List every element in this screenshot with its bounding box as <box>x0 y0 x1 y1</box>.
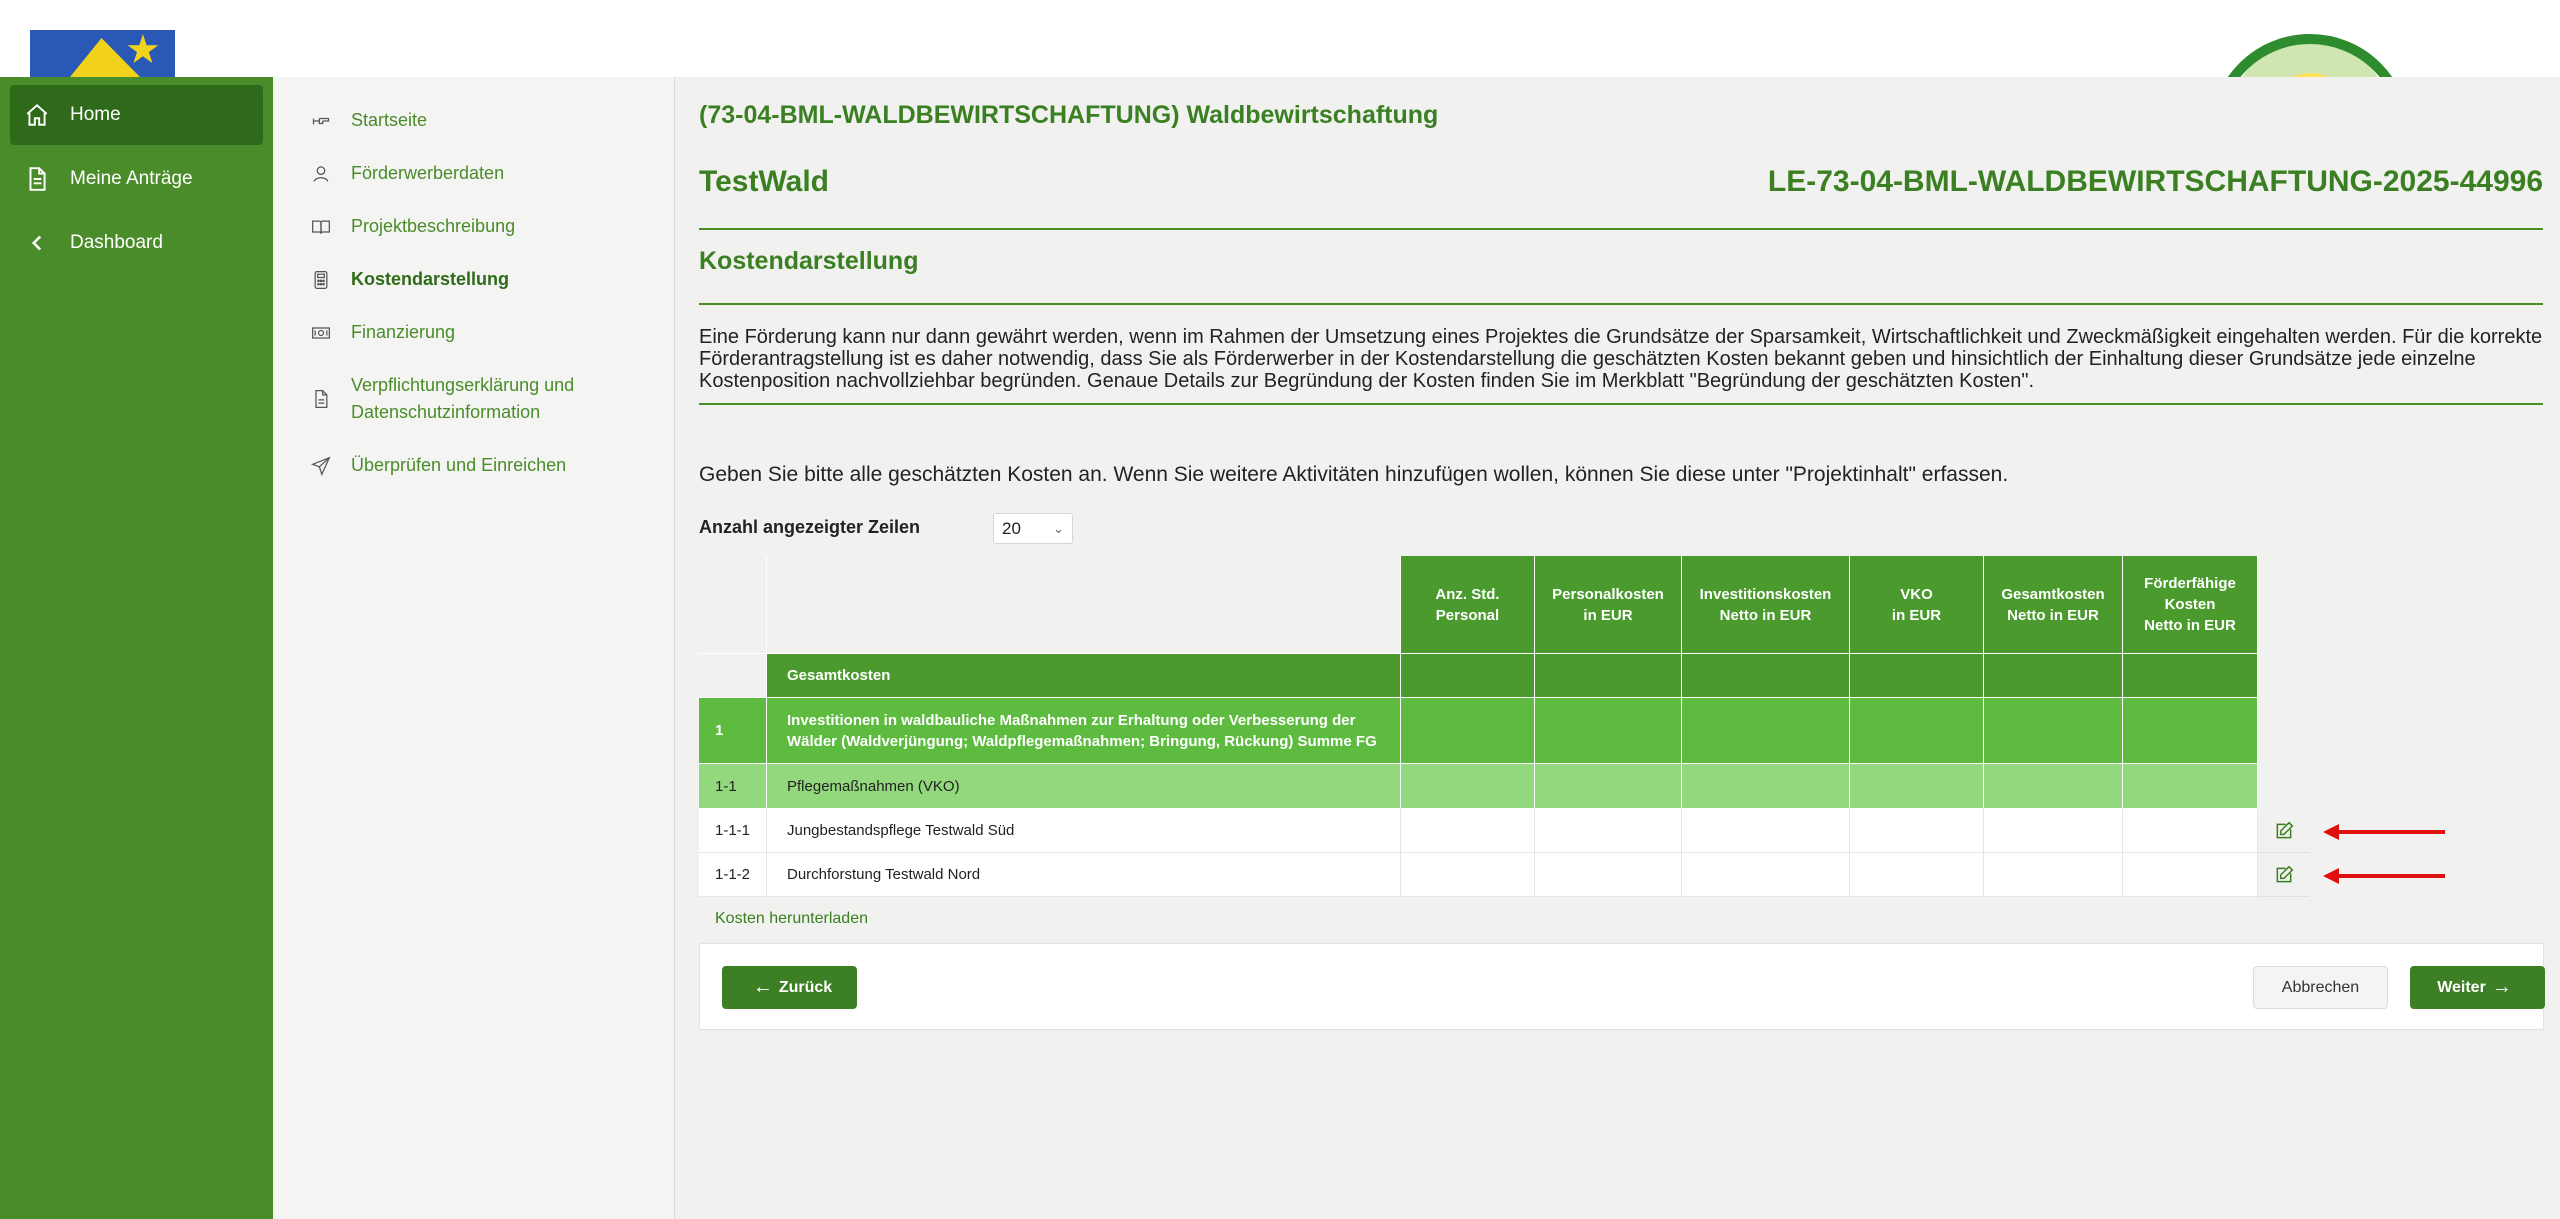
col-header-vko: VKO in EUR <box>1850 556 1984 654</box>
arrow-right-icon: → <box>2491 976 2512 998</box>
step-finanzierung-label: Finanzierung <box>351 322 456 342</box>
annotation-arrow-icon <box>2323 824 2445 840</box>
row-number: 1-1 <box>699 764 767 809</box>
project-title: (73-04-BML-WALDBEWIRTSCHAFTUNG) Waldbewi… <box>699 101 1439 129</box>
logo-right <box>2210 34 2410 77</box>
edit-icon <box>2276 821 2294 838</box>
step-foerderwerberdaten[interactable]: Förderwerberdaten <box>273 160 674 187</box>
nav-dashboard-label: Dashboard <box>70 232 163 253</box>
arrow-left-icon: ← <box>752 976 773 998</box>
gesamt-label: Gesamtkosten <box>767 654 1401 698</box>
step-projektbeschreibung[interactable]: Projektbeschreibung <box>273 213 674 240</box>
step-kostendarstellung-label: Kostendarstellung <box>351 269 510 289</box>
col-header-investitionskosten: Investitionskosten Netto in EUR <box>1682 556 1850 654</box>
step-finanzierung[interactable]: Finanzierung <box>273 319 674 346</box>
top-bar: ★ <box>0 0 2560 77</box>
step-startseite-label: Startseite <box>351 110 428 130</box>
action-bar: ← Zurück Abbrechen Weiter → <box>699 943 2545 1030</box>
annotation-arrow-icon <box>2323 868 2445 884</box>
step-ueberpruefen-label: Überprüfen und Einreichen <box>351 455 567 475</box>
chevron-left-icon <box>22 228 52 258</box>
file-icon <box>311 372 333 426</box>
divider <box>699 403 2543 405</box>
person-icon <box>311 160 333 187</box>
col-header-std: Anz. Std. Personal <box>1401 556 1535 654</box>
cancel-button[interactable]: Abbrechen <box>2253 966 2388 1009</box>
edit-button[interactable] <box>2258 809 2310 853</box>
step-startseite[interactable]: Startseite <box>273 107 674 134</box>
download-costs-link[interactable]: Kosten herunterladen <box>715 910 868 928</box>
nav-dashboard[interactable]: Dashboard <box>10 213 263 273</box>
table-row: 1 Investitionen in waldbauliche Maßnahme… <box>699 698 2310 764</box>
calculator-icon <box>311 266 333 293</box>
document-icon <box>22 164 52 194</box>
nav-home[interactable]: Home <box>10 85 263 145</box>
pointer-hand-icon <box>311 107 333 134</box>
edit-button[interactable] <box>2258 853 2310 897</box>
nav-meine-antraege-label: Meine Anträge <box>70 168 193 189</box>
step-verpflichtungserklaerung-label: Verpflichtungserklärung und Datenschutzi… <box>351 375 575 422</box>
cancel-button-label: Abbrechen <box>2281 978 2360 996</box>
main-navigation: Home Meine Anträge Dashboard <box>0 77 273 1219</box>
hint-text: Geben Sie bitte alle geschätzten Kosten … <box>699 463 2009 486</box>
nav-meine-antraege[interactable]: Meine Anträge <box>10 149 263 209</box>
row-number: 1 <box>699 698 767 764</box>
next-button[interactable]: Weiter → <box>2410 966 2545 1009</box>
row-description: Investitionen in waldbauliche Maßnahmen … <box>767 698 1401 764</box>
divider <box>699 303 2543 305</box>
application-reference: LE-73-04-BML-WALDBEWIRTSCHAFTUNG-2025-44… <box>1767 165 2543 198</box>
nav-home-label: Home <box>70 104 121 125</box>
step-kostendarstellung[interactable]: Kostendarstellung <box>273 266 674 293</box>
step-verpflichtungserklaerung[interactable]: Verpflichtungserklärung und Datenschutzi… <box>273 372 674 426</box>
back-button[interactable]: ← Zurück <box>722 966 857 1009</box>
intro-text: Eine Förderung kann nur dann gewährt wer… <box>699 326 2543 392</box>
logo-left: ★ <box>30 30 175 77</box>
home-icon <box>22 100 52 130</box>
step-foerderwerberdaten-label: Förderwerberdaten <box>351 163 505 183</box>
banknote-icon <box>311 319 333 346</box>
main-content: (73-04-BML-WALDBEWIRTSCHAFTUNG) Waldbewi… <box>675 77 2560 1219</box>
row-number: 1-1-2 <box>699 853 767 897</box>
table-row: 1-1-2 Durchforstung Testwald Nord <box>699 853 2310 897</box>
col-header-foerderfaehig: Förderfähige Kosten Netto in EUR <box>2123 556 2258 654</box>
cost-table: Anz. Std. Personal Personalkosten in EUR… <box>699 556 2310 897</box>
next-button-label: Weiter <box>2437 978 2486 996</box>
table-row: 1-1 Pflegemaßnahmen (VKO) <box>699 764 2310 809</box>
table-row-gesamt: Gesamtkosten <box>699 654 2310 698</box>
row-number: 1-1-1 <box>699 809 767 853</box>
table-header-row: Anz. Std. Personal Personalkosten in EUR… <box>699 556 2310 654</box>
send-icon <box>311 452 333 479</box>
edit-icon <box>2276 865 2294 882</box>
rows-per-page-value: 20 <box>1002 518 1021 538</box>
col-header-gesamtkosten: Gesamtkosten Netto in EUR <box>1984 556 2123 654</box>
rows-per-page-select[interactable]: 20 ⌄ <box>993 513 1073 544</box>
divider <box>699 228 2543 230</box>
row-description: Jungbestandspflege Testwald Süd <box>767 809 1401 853</box>
application-name: TestWald <box>699 165 830 198</box>
book-icon <box>311 213 333 240</box>
table-row: 1-1-1 Jungbestandspflege Testwald Süd <box>699 809 2310 853</box>
chevron-down-icon: ⌄ <box>1053 520 1064 536</box>
row-description: Durchforstung Testwald Nord <box>767 853 1401 897</box>
step-navigation: Startseite Förderwerberdaten Projektbesc… <box>273 77 675 1219</box>
rows-per-page-label: Anzahl angezeigter Zeilen <box>699 517 921 537</box>
col-header-personalkosten: Personalkosten in EUR <box>1535 556 1682 654</box>
step-projektbeschreibung-label: Projektbeschreibung <box>351 216 516 236</box>
step-ueberpruefen[interactable]: Überprüfen und Einreichen <box>273 452 674 479</box>
row-description: Pflegemaßnahmen (VKO) <box>767 764 1401 809</box>
back-button-label: Zurück <box>778 978 833 996</box>
section-title: Kostendarstellung <box>699 247 919 275</box>
